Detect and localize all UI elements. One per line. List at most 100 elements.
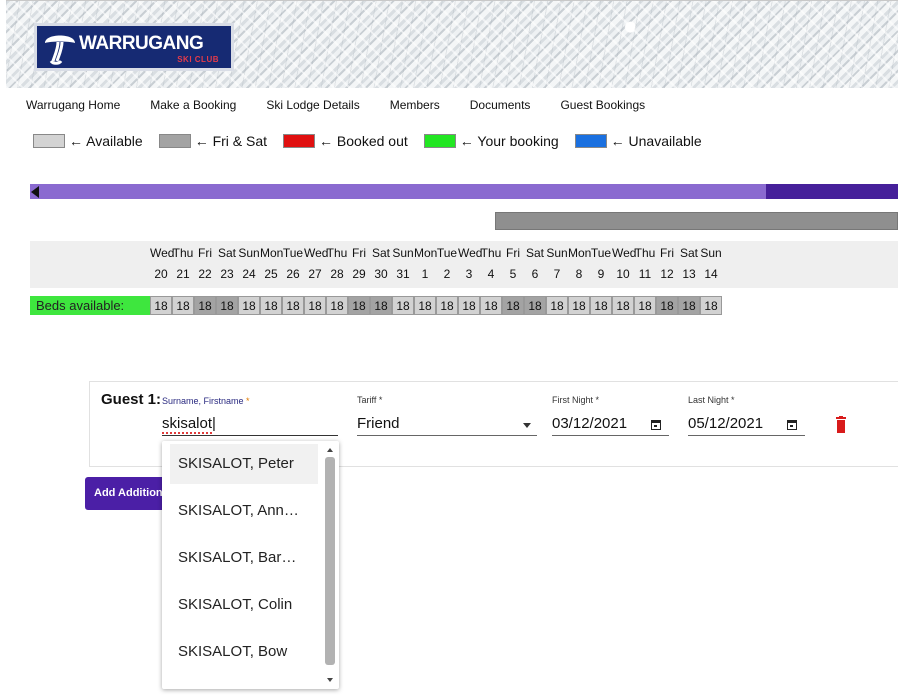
nav-documents[interactable]: Documents (470, 98, 531, 112)
dropdown-caret-icon (523, 423, 531, 428)
calendar-date: 5 (509, 267, 517, 281)
dropdown-scroll-thumb[interactable] (325, 457, 335, 665)
surname-input[interactable]: skisalot| (162, 412, 338, 436)
beds-cell[interactable]: 18 (656, 296, 678, 315)
calendar-date: 4 (487, 267, 495, 281)
surname-input-value: skisalot (162, 415, 213, 434)
tariff-label-text: Tariff (357, 395, 377, 405)
tariff-label: Tariff * (357, 395, 382, 405)
calendar-day-name: Tue (282, 246, 304, 260)
beds-cell[interactable]: 18 (282, 296, 304, 315)
last-night-input[interactable]: 05/12/2021 (688, 412, 805, 436)
nav-make-booking[interactable]: Make a Booking (150, 98, 236, 112)
calendar-day-name: Fri (352, 246, 366, 260)
beds-cell[interactable]: 18 (502, 296, 524, 315)
nav-home[interactable]: Warrugang Home (26, 98, 120, 112)
calendar-icon[interactable] (787, 420, 797, 430)
suggestion-item[interactable]: SKISALOT, Bow (170, 632, 318, 672)
beds-cell[interactable]: 18 (612, 296, 634, 315)
calendar-day-name: Mon (414, 246, 438, 260)
calendar-date: 14 (704, 267, 718, 281)
calendar-day-name: Sun (392, 246, 414, 260)
surname-suggestions: SKISALOT, Peter SKISALOT, Ann… SKISALOT,… (162, 441, 339, 689)
calendar-day-name: Sat (371, 246, 390, 260)
legend-booked-out: ← Booked out (283, 133, 408, 149)
beds-cell[interactable]: 18 (634, 296, 656, 315)
legend-unavailable: ← Unavailable (574, 133, 702, 149)
calendar-date: 20 (154, 267, 168, 281)
beds-cell[interactable]: 18 (546, 296, 568, 315)
tariff-value: Friend (357, 415, 400, 432)
trash-icon[interactable] (836, 416, 846, 433)
calendar-date: 11 (638, 267, 652, 281)
beds-cell[interactable]: 18 (216, 296, 238, 315)
tariff-select[interactable]: Friend (357, 412, 537, 436)
beds-cell[interactable]: 18 (436, 296, 458, 315)
suggestion-item[interactable]: SKISALOT, Colin (170, 585, 318, 625)
beds-cell[interactable]: 18 (348, 296, 370, 315)
beds-cell[interactable]: 18 (458, 296, 480, 315)
beds-cell[interactable]: 18 (392, 296, 414, 315)
calendar-date: 12 (660, 267, 674, 281)
calendar-day-name: Fri (198, 246, 212, 260)
swatch-your-booking (423, 134, 456, 148)
beds-cell[interactable]: 18 (568, 296, 590, 315)
guest-label: Guest 1: (101, 391, 162, 408)
calendar-date: 26 (286, 267, 300, 281)
first-night-label-text: First Night (552, 395, 594, 405)
beds-cell[interactable]: 18 (678, 296, 700, 315)
brand-sub: SKI CLUB (177, 55, 219, 64)
beds-cell[interactable]: 18 (260, 296, 282, 315)
legend-label: ← Fri & Sat (194, 133, 268, 149)
calendar-date: 29 (352, 267, 366, 281)
scroll-up-icon[interactable] (327, 448, 333, 452)
suggestion-item[interactable]: SKISALOT, Peter (170, 444, 318, 484)
calendar-date: 31 (396, 267, 410, 281)
calendar-date: 24 (242, 267, 256, 281)
beds-cell[interactable]: 18 (238, 296, 260, 315)
legend-label: ← Unavailable (610, 133, 702, 149)
beds-cell[interactable]: 18 (700, 296, 722, 315)
calendar-date: 27 (308, 267, 322, 281)
calendar-day-name: Sun (700, 246, 722, 260)
calendar-date: 9 (597, 267, 605, 281)
calendar-day-name: Sat (525, 246, 544, 260)
beds-cell[interactable]: 18 (194, 296, 216, 315)
scroll-down-icon[interactable] (327, 678, 333, 682)
calendar-date: 6 (531, 267, 539, 281)
beds-cell[interactable]: 18 (150, 296, 172, 315)
legend-your-booking: ← Your booking (423, 133, 559, 149)
beds-cell[interactable]: 18 (304, 296, 326, 315)
calendar-date: 13 (682, 267, 696, 281)
last-night-value: 05/12/2021 (688, 415, 764, 432)
beds-cell[interactable]: 18 (172, 296, 194, 315)
nav-lodge-details[interactable]: Ski Lodge Details (266, 98, 359, 112)
beds-cell[interactable]: 18 (590, 296, 612, 315)
calendar-day-name: Tue (590, 246, 612, 260)
mushroom-logo-icon (45, 35, 75, 65)
legend-label: ← Your booking (459, 133, 559, 149)
beds-cell[interactable]: 18 (524, 296, 546, 315)
required-mark: * (595, 395, 600, 405)
beds-cell[interactable]: 18 (370, 296, 392, 315)
club-logo[interactable]: WARRUGANG SKI CLUB (34, 23, 234, 71)
calendar-day-name: Fri (660, 246, 674, 260)
calendar-date: 10 (616, 267, 630, 281)
suggestion-item[interactable]: SKISALOT, Ann… (170, 491, 318, 531)
suggestion-item[interactable]: SKISALOT, Bar… (170, 538, 318, 578)
calendar-scroll-thumb[interactable] (766, 184, 898, 199)
beds-cell[interactable]: 18 (480, 296, 502, 315)
calendar-day-name: Fri (506, 246, 520, 260)
swatch-available (33, 134, 65, 148)
nav-guest-bookings[interactable]: Guest Bookings (560, 98, 645, 112)
calendar-day-name: Wed (304, 246, 329, 260)
beds-cell[interactable]: 18 (414, 296, 436, 315)
calendar-day-name: Thu (480, 246, 502, 260)
scroll-left-icon[interactable] (31, 186, 39, 198)
calendar-date: 25 (264, 267, 278, 281)
nav-members[interactable]: Members (390, 98, 440, 112)
legend-label: ← Booked out (319, 133, 408, 149)
calendar-icon[interactable] (651, 420, 661, 430)
first-night-input[interactable]: 03/12/2021 (552, 412, 669, 436)
beds-cell[interactable]: 18 (326, 296, 348, 315)
